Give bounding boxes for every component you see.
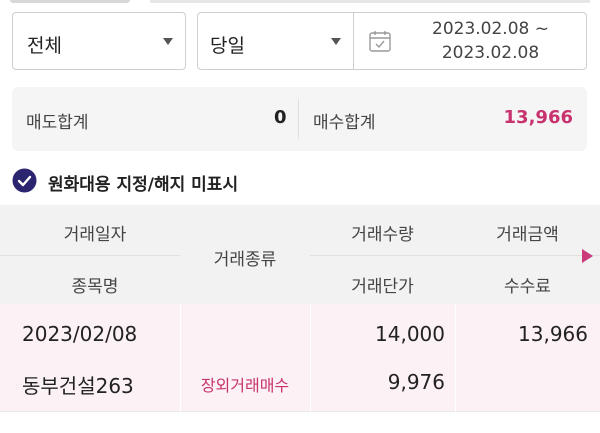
trade-summary: 매도합계 0 매수합계 13,966 xyxy=(12,87,587,151)
top-tab-strip xyxy=(0,0,600,4)
buy-total-label: 매수합계 xyxy=(313,113,376,133)
cell-amount: 13,966 xyxy=(518,322,588,346)
date-range-end: 2023.02.08 xyxy=(441,43,540,63)
scroll-right-icon[interactable] xyxy=(582,249,593,263)
account-type-select[interactable]: 전체 xyxy=(12,12,186,70)
divider xyxy=(298,99,299,139)
calendar-icon[interactable] xyxy=(368,29,392,53)
period-select[interactable]: 당일 xyxy=(210,31,245,58)
tab-indicator-rest xyxy=(150,0,590,3)
header-unit-price: 거래단가 xyxy=(351,277,414,297)
chevron-down-icon xyxy=(163,38,173,45)
header-fee: 수수료 xyxy=(504,277,551,297)
table-header: 거래일자 종목명 거래종류 거래수량 거래단가 거래금액 수수료 xyxy=(0,205,600,304)
divider xyxy=(353,13,354,69)
cell-unit-price: 9,976 xyxy=(387,370,445,394)
date-range[interactable]: 2023.02.08 ~ 2023.02.08 xyxy=(403,17,578,65)
buy-total-value: 13,966 xyxy=(503,107,573,128)
cell-trade-date: 2023/02/08 xyxy=(22,322,138,346)
column-divider xyxy=(455,304,456,412)
date-range-start: 2023.02.08 ~ xyxy=(432,19,549,39)
cell-trade-type: 장외거래매수 xyxy=(200,376,290,395)
chevron-down-icon[interactable] xyxy=(331,38,341,45)
header-quantity: 거래수량 xyxy=(351,225,414,245)
column-divider xyxy=(310,304,311,412)
cell-quantity: 14,000 xyxy=(375,322,445,346)
hide-substitute-label: 원화대용 지정/해지 미표시 xyxy=(48,175,239,195)
header-amount: 거래금액 xyxy=(496,225,559,245)
header-trade-type: 거래종류 xyxy=(213,250,277,270)
filter-row: 전체 당일 2023.02.08 ~ 2023.02.08 xyxy=(12,12,587,72)
header-trade-date: 거래일자 xyxy=(63,225,127,245)
account-type-value: 전체 xyxy=(27,35,62,57)
date-filter: 당일 2023.02.08 ~ 2023.02.08 xyxy=(197,12,587,70)
checkbox-checked-icon[interactable] xyxy=(12,168,37,193)
header-divider xyxy=(0,255,180,256)
table-row[interactable]: 2023/02/08 동부건설263 장외거래매수 14,000 9,976 1… xyxy=(0,304,600,412)
header-divider xyxy=(310,255,600,256)
header-stock-name: 종목명 xyxy=(71,277,119,297)
tab-indicator xyxy=(10,0,130,3)
sell-total-label: 매도합계 xyxy=(26,113,89,133)
cell-stock-name: 동부건설263 xyxy=(22,374,134,398)
sell-total-value: 0 xyxy=(274,107,287,128)
